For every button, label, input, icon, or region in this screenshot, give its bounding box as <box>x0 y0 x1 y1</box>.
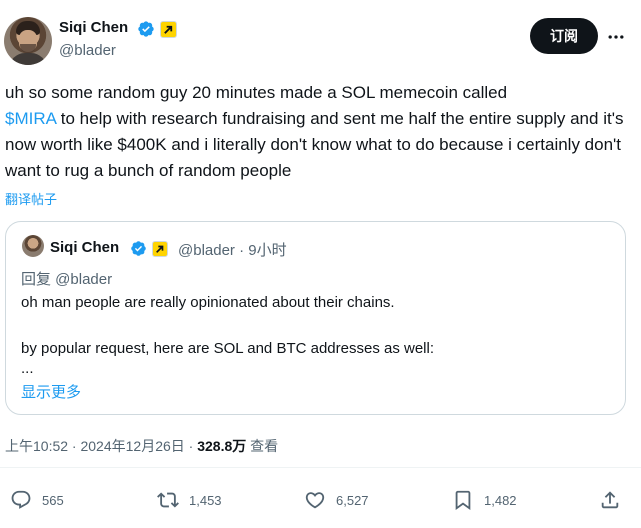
quoted-text-line: by popular request, here are SOL and BTC… <box>21 340 434 357</box>
author-handle[interactable]: @blader <box>59 42 116 59</box>
post-text-part1: uh so some random guy 20 minutes made a … <box>5 83 508 102</box>
post-timestamp[interactable]: 上午10:52 · 2024年12月26日 · <box>5 438 197 454</box>
views-label: 查看 <box>246 438 279 454</box>
author-name[interactable]: Siqi Chen <box>59 19 128 36</box>
like-count: 6,527 <box>336 492 369 508</box>
quoted-author-name: Siqi Chen <box>50 239 120 256</box>
reply-count: 565 <box>42 492 64 508</box>
quoted-verified-badge-icon <box>131 241 146 256</box>
post-text: uh so some random guy 20 minutes made a … <box>5 80 630 184</box>
like-button[interactable]: 6,527 <box>304 480 369 520</box>
quoted-author-avatar <box>22 235 44 257</box>
share-icon <box>601 491 619 509</box>
subscribe-button[interactable]: 订阅 <box>530 18 598 54</box>
quoted-affiliation-badge-icon <box>152 241 168 257</box>
repost-count: 1,453 <box>189 492 222 508</box>
quoted-reply-to: 回复 @blader <box>21 271 113 288</box>
cashtag-link[interactable]: $MIRA <box>5 109 56 128</box>
reply-icon <box>11 490 31 509</box>
repost-button[interactable]: 1,453 <box>157 480 222 520</box>
post-text-part2: to help with research fundraising and se… <box>5 109 624 180</box>
reply-button[interactable]: 565 <box>10 480 64 520</box>
share-button[interactable] <box>599 480 621 520</box>
quoted-text-ellipsis: ... <box>21 360 34 377</box>
views-count[interactable]: 328.8万 <box>197 438 246 454</box>
author-avatar[interactable] <box>4 17 52 65</box>
show-more-link[interactable]: 显示更多 <box>21 381 81 402</box>
verified-badge-icon[interactable] <box>137 20 155 38</box>
more-options-icon[interactable] <box>603 25 629 49</box>
bookmark-button[interactable]: 1,482 <box>452 480 517 520</box>
action-bar: 565 1,453 6,527 1,482 <box>0 480 641 520</box>
divider <box>0 467 641 468</box>
quoted-meta: @blader · 9小时 <box>178 242 287 259</box>
post-timestamp-views: 上午10:52 · 2024年12月26日 · 328.8万 查看 <box>5 436 278 456</box>
repost-icon <box>157 492 179 508</box>
bookmark-icon <box>455 490 471 511</box>
translate-post-link[interactable]: 翻译帖子 <box>5 189 57 208</box>
heart-icon <box>305 492 325 509</box>
bookmark-count: 1,482 <box>484 492 517 508</box>
author-name-text[interactable]: Siqi Chen <box>59 19 128 36</box>
quoted-text-line: oh man people are really opinionated abo… <box>21 294 395 311</box>
affiliation-badge-icon[interactable] <box>160 21 177 38</box>
